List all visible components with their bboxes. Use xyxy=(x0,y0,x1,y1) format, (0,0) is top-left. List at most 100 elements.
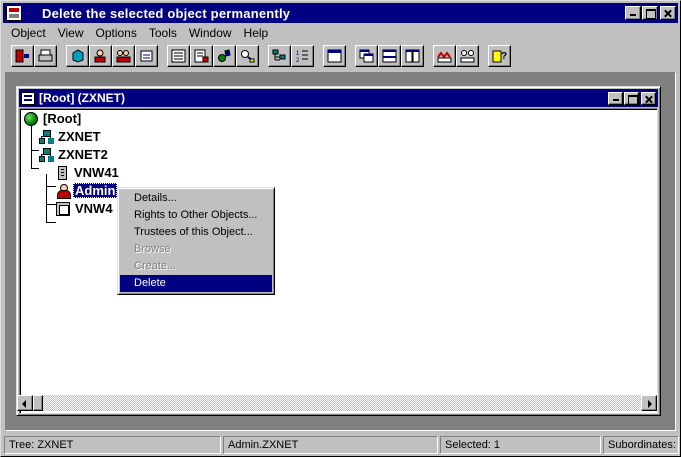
netadmin-app-icon[interactable] xyxy=(6,5,22,21)
arrow-right-icon xyxy=(648,400,652,408)
trustees-button[interactable] xyxy=(456,45,479,67)
object-tree[interactable]: [Root] ZXNET ZXNET2 VNW41 Admin VNW4 xyxy=(19,108,658,414)
tree-node-admin[interactable]: Admin xyxy=(56,182,118,199)
menu-help[interactable]: Help xyxy=(236,26,273,40)
volume-icon xyxy=(56,201,70,216)
rights-icon xyxy=(437,51,452,63)
globe-icon xyxy=(24,111,38,126)
scroll-right-button[interactable] xyxy=(641,395,657,411)
menu-window[interactable]: Window xyxy=(181,26,236,40)
tree-node-zxnet2[interactable]: ZXNET2 xyxy=(39,146,110,163)
tree-icon xyxy=(272,49,286,61)
toolbar: 12 ? xyxy=(5,44,677,70)
organization-icon xyxy=(39,147,53,162)
help-button[interactable]: ? xyxy=(488,45,511,67)
tree-node-label: [Root] xyxy=(43,111,82,126)
child-minimize-button[interactable] xyxy=(608,91,623,105)
browse-objects-button[interactable] xyxy=(213,45,236,67)
tree-node-label: ZXNET xyxy=(58,129,101,144)
svg-text:2: 2 xyxy=(296,58,300,63)
create-group-button[interactable] xyxy=(112,45,135,67)
scroll-track[interactable] xyxy=(33,395,641,411)
menu-bar: Object View Options Tools Window Help xyxy=(3,24,272,42)
user-icon xyxy=(56,183,71,199)
tree-connector xyxy=(31,126,32,168)
search-icon xyxy=(241,50,255,63)
tree-node-zxnet[interactable]: ZXNET xyxy=(39,128,103,145)
search-button[interactable] xyxy=(236,45,259,67)
help-icon: ? xyxy=(492,50,507,63)
context-menu-delete[interactable]: Delete xyxy=(120,275,272,292)
cascade-icon xyxy=(359,49,374,63)
status-tree: Tree: ZXNET xyxy=(4,436,221,454)
tree-connector xyxy=(31,150,39,151)
child-maximize-button[interactable] xyxy=(624,91,639,105)
cascade-button[interactable] xyxy=(355,45,378,67)
rights-button[interactable] xyxy=(433,45,456,67)
tile-horizontal-icon xyxy=(405,49,420,63)
volume-icon xyxy=(140,50,153,62)
status-subordinates: Subordinates: 3 xyxy=(603,436,679,454)
tree-node-vnw41-server[interactable]: VNW41 xyxy=(56,164,121,181)
details-view-button[interactable] xyxy=(190,45,213,67)
tree-node-vnw4-volume[interactable]: VNW4 xyxy=(56,200,115,217)
tree-connector xyxy=(31,168,39,169)
title-bar[interactable]: Delete the selected object permanently xyxy=(3,3,678,23)
browse-window-icon[interactable] xyxy=(21,91,35,105)
tile-vertical-button[interactable] xyxy=(378,45,401,67)
user-icon xyxy=(94,49,106,63)
context-menu-rights[interactable]: Rights to Other Objects... xyxy=(120,207,272,224)
browse-window-title: [Root] (ZXNET) xyxy=(39,91,125,105)
context-menu-details[interactable]: Details... xyxy=(120,190,272,207)
group-icon xyxy=(116,50,131,63)
context-menu: Details... Rights to Other Objects... Tr… xyxy=(117,187,275,295)
tree-node-root[interactable]: [Root] xyxy=(24,110,83,127)
mdi-workspace: [Root] (ZXNET) [Root] ZXNET ZXNET2 VNW41… xyxy=(5,72,676,431)
status-bar: Tree: ZXNET Admin.ZXNET Selected: 1 Subo… xyxy=(3,435,680,455)
menu-object[interactable]: Object xyxy=(3,26,50,40)
tree-connector xyxy=(46,174,47,222)
tree-connector xyxy=(46,186,56,187)
create-volume-button[interactable] xyxy=(135,45,158,67)
browse-window-title-bar[interactable]: [Root] (ZXNET) xyxy=(19,89,658,107)
exit-icon xyxy=(15,49,29,63)
create-user-button[interactable] xyxy=(89,45,112,67)
close-button[interactable] xyxy=(660,6,676,20)
list-icon xyxy=(171,49,186,63)
new-window-button[interactable] xyxy=(323,45,346,67)
print-button[interactable] xyxy=(34,45,57,67)
tree-node-label: VNW41 xyxy=(74,165,119,180)
minimize-button[interactable] xyxy=(625,6,641,20)
sort-icon: 12 xyxy=(296,50,308,63)
arrow-left-icon xyxy=(22,400,26,408)
horizontal-scrollbar[interactable] xyxy=(17,395,657,411)
create-container-button[interactable] xyxy=(66,45,89,67)
organization-icon xyxy=(39,129,53,144)
objects-icon xyxy=(218,49,231,62)
menu-view[interactable]: View xyxy=(50,26,88,40)
main-window: Delete the selected object permanently O… xyxy=(0,0,681,457)
menu-options[interactable]: Options xyxy=(87,26,140,40)
exit-button[interactable] xyxy=(11,45,34,67)
window-icon xyxy=(327,49,342,63)
menu-tools[interactable]: Tools xyxy=(141,26,181,40)
status-selected: Selected: 1 xyxy=(440,436,601,454)
details-icon xyxy=(194,49,209,63)
svg-text:1: 1 xyxy=(296,51,300,57)
tree-node-label: Admin xyxy=(73,183,118,198)
scroll-thumb[interactable] xyxy=(33,395,43,411)
tile-horizontal-button[interactable] xyxy=(401,45,424,67)
svg-text:?: ? xyxy=(501,51,507,62)
tree-connector xyxy=(46,222,56,223)
context-menu-trustees[interactable]: Trustees of this Object... xyxy=(120,224,272,241)
list-view-button[interactable] xyxy=(167,45,190,67)
maximize-button[interactable] xyxy=(642,6,658,20)
tree-node-label: ZXNET2 xyxy=(58,147,108,162)
scroll-left-button[interactable] xyxy=(17,395,33,411)
container-icon xyxy=(72,49,84,63)
sort-button[interactable]: 12 xyxy=(291,45,314,67)
print-icon xyxy=(38,49,53,62)
tree-view-button[interactable] xyxy=(268,45,291,67)
child-close-button[interactable] xyxy=(641,91,656,105)
trustees-icon xyxy=(460,50,475,63)
